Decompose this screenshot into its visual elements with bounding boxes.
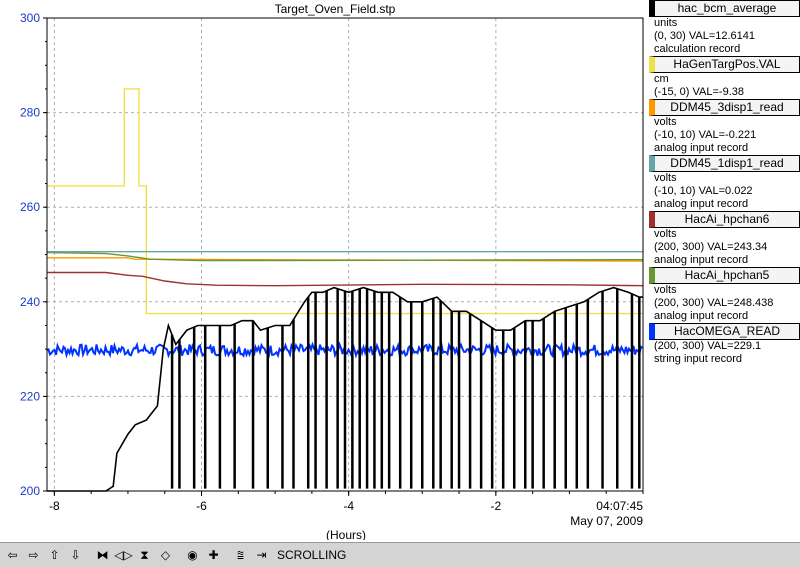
- x-tick-label: -2: [491, 499, 502, 513]
- legend-record: analog input record: [654, 310, 749, 322]
- legend-range-val: (200, 300) VAL=243.34: [654, 241, 768, 253]
- plot-area: 200 220 240 260 280 300 -8 -6 -4 -2 Target_Oven_Fi…: [0, 0, 648, 567]
- y-tick-label: 260: [20, 200, 40, 214]
- legend-entry-name[interactable]: HacAi_hpchan6: [649, 211, 800, 228]
- scroll-down-button[interactable]: ⇩: [66, 546, 85, 565]
- zoom-out-vertical-button[interactable]: ◇: [156, 546, 175, 565]
- toolbar-buttons: ⇦ ⇨ ⇧ ⇩ ⧓ ◁▷ ⧗ ◇ ◉ ✚ ⩰ ⇥: [3, 546, 273, 565]
- zoom-out-vertical-icon: ◇: [160, 548, 171, 562]
- scroll-mode-icon: ⇥: [256, 548, 267, 562]
- scroll-mode-label: SCROLLING: [277, 548, 347, 562]
- scroll-down-icon: ⇩: [70, 548, 81, 562]
- legend-entry[interactable]: HacOMEGA_READ (200, 300) VAL=229.1 string …: [648, 323, 800, 366]
- y-tick-label: 200: [20, 484, 40, 498]
- legend-unit: cm: [654, 73, 669, 85]
- legend-range-val: (200, 300) VAL=229.1: [654, 340, 762, 352]
- legend-unit: volts: [654, 228, 677, 240]
- legend-record: calculation record: [654, 43, 741, 55]
- legend-entry[interactable]: hac_bcm_average units (0, 30) VAL=12.6141 c…: [648, 0, 800, 56]
- y-tick-label: 300: [20, 11, 40, 25]
- zoom-in-horizontal-icon: ⧓: [96, 548, 109, 562]
- x-tick-label: -4: [343, 499, 354, 513]
- legend-panel: hac_bcm_average units (0, 30) VAL=12.6141 c…: [648, 0, 800, 540]
- legend-entry[interactable]: HacAi_hpchan6 volts (200, 300) VAL=243.34 a…: [648, 211, 800, 267]
- scroll-right-button[interactable]: ⇨: [24, 546, 43, 565]
- legend-range-val: (-10, 10) VAL=0.022: [654, 185, 753, 197]
- legend-entry[interactable]: HacAi_hpchan5 volts (200, 300) VAL=248.438…: [648, 267, 800, 323]
- scroll-up-button[interactable]: ⇧: [45, 546, 64, 565]
- stagger-button[interactable]: ⩰: [231, 546, 250, 565]
- toolbar: ⇦ ⇨ ⇧ ⇩ ⧓ ◁▷ ⧗ ◇ ◉ ✚ ⩰ ⇥ SCROLLING: [0, 542, 800, 567]
- series-line-HaGenTargPos.VAL: [47, 88, 643, 315]
- scroll-up-icon: ⇧: [49, 548, 60, 562]
- legend-record: analog input record: [654, 254, 749, 266]
- legend-record: string input record: [654, 353, 743, 365]
- x-tick-label: -6: [196, 499, 207, 513]
- zoom-out-horizontal-button[interactable]: ◁▷: [114, 546, 133, 565]
- x-tick-label: -8: [49, 499, 60, 513]
- legend-entry[interactable]: DDM45_1disp1_read volts (-10, 10) VAL=0.02…: [648, 155, 800, 211]
- add-icon: ✚: [208, 548, 219, 562]
- legend-entry-name[interactable]: HaGenTargPos.VAL: [649, 56, 800, 73]
- legend-unit: volts: [654, 116, 677, 128]
- y-tick-label: 220: [20, 389, 40, 403]
- zoom-in-horizontal-button[interactable]: ⧓: [93, 546, 112, 565]
- legend-entry-name[interactable]: HacAi_hpchan5: [649, 267, 800, 284]
- legend-range-val: (200, 300) VAL=248.438: [654, 297, 774, 309]
- legend-unit: units: [654, 17, 678, 29]
- scroll-left-button[interactable]: ⇦: [3, 546, 22, 565]
- zoom-out-horizontal-icon: ◁▷: [114, 548, 133, 562]
- y-tick-label: 280: [20, 106, 40, 120]
- legend-entry[interactable]: HaGenTargPos.VAL cm (-15, 0) VAL=-9.38: [648, 56, 800, 99]
- series-line-HacAi_hpchan6: [47, 271, 644, 287]
- legend-entry[interactable]: DDM45_3disp1_read volts (-10, 10) VAL=-0.2…: [648, 99, 800, 155]
- legend-record: analog input record: [654, 142, 749, 154]
- zoom-in-vertical-button[interactable]: ⧗: [135, 546, 154, 565]
- legend-record: analog input record: [654, 198, 749, 210]
- scroll-mode-button[interactable]: ⇥: [252, 546, 271, 565]
- date-label: May 07, 2009: [570, 514, 643, 528]
- scroll-right-icon: ⇨: [28, 548, 39, 562]
- legend-range-val: (-15, 0) VAL=-9.38: [654, 86, 744, 98]
- legend-unit: volts: [654, 172, 677, 184]
- legend-range-val: (0, 30) VAL=12.6141: [654, 30, 756, 42]
- scroll-left-icon: ⇦: [7, 548, 18, 562]
- stagger-icon: ⩰: [236, 548, 245, 562]
- strip-chart[interactable]: 200 220 240 260 280 300 -8 -6 -4 -2 Target_Oven_Fi…: [0, 0, 648, 540]
- legend-entry-name[interactable]: DDM45_3disp1_read: [649, 99, 800, 116]
- legend-unit: volts: [654, 284, 677, 296]
- x-axis-label: (Hours): [326, 528, 366, 540]
- autoscale-icon: ◉: [187, 548, 198, 562]
- zoom-in-vertical-icon: ⧗: [140, 548, 149, 562]
- time-label: 04:07:45: [596, 499, 643, 513]
- legend-entry-name[interactable]: hac_bcm_average: [649, 0, 800, 17]
- autoscale-button[interactable]: ◉: [183, 546, 202, 565]
- legend-entry-name[interactable]: DDM45_1disp1_read: [649, 155, 800, 172]
- legend-range-val: (-10, 10) VAL=-0.221: [654, 129, 757, 141]
- y-tick-label: 240: [20, 295, 40, 309]
- legend-entry-name[interactable]: HacOMEGA_READ: [649, 323, 800, 340]
- chart-title: Target_Oven_Field.stp: [275, 2, 396, 16]
- add-button[interactable]: ✚: [204, 546, 223, 565]
